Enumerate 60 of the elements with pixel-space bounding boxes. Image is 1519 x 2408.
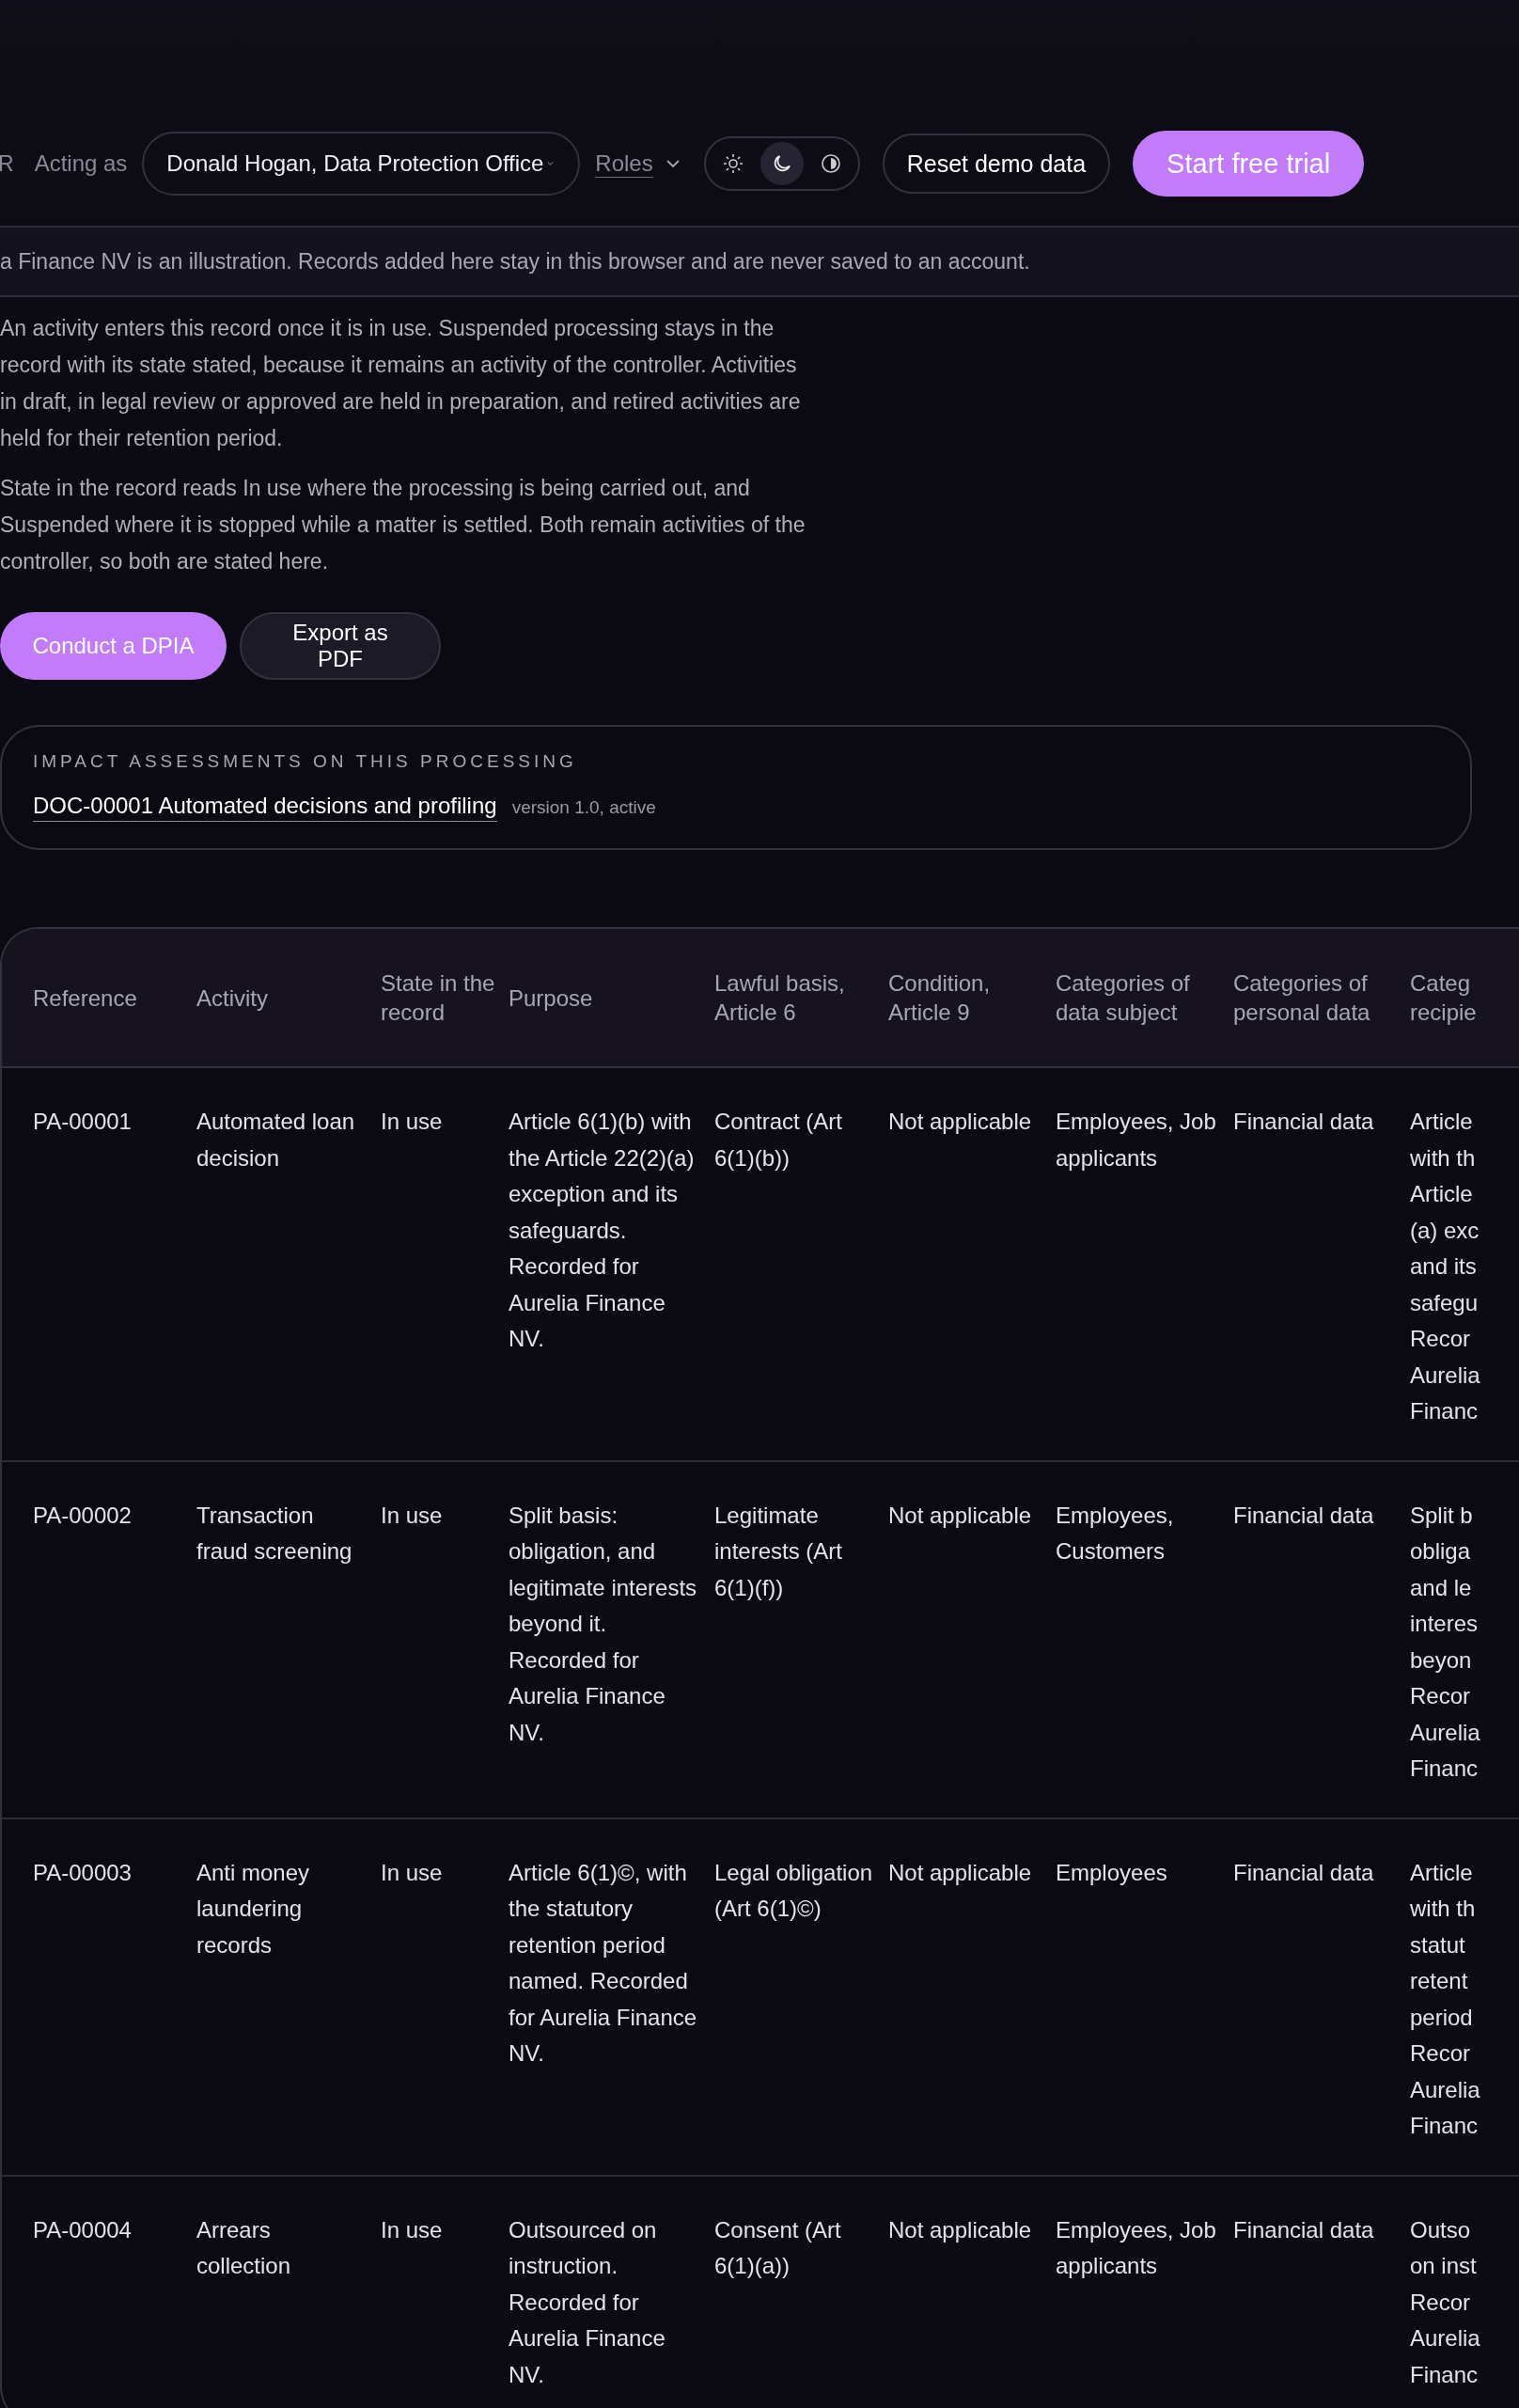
cut-label: R (0, 150, 14, 177)
chevron-icon (547, 160, 555, 167)
card-title: IMPACT ASSESSMENTS ON THIS PROCESSING (33, 751, 578, 772)
reset-demo-data-button[interactable]: Reset demo data (882, 134, 1111, 194)
document-link[interactable]: DOC-00001 Automated decisions and profiling (33, 793, 497, 822)
table-cell: Financial data (1233, 2216, 1374, 2243)
column-header: Lawful basis, Article 6 (714, 970, 845, 1025)
column-header: Categories of personal data (1233, 970, 1370, 1025)
table-cell: Outso on inst Recor Aurelia Financ (1410, 2216, 1480, 2387)
notice-text: a Finance NV is an illustration. Records added here stay in this browser and are never saved to an account. (0, 248, 1030, 275)
acting-as-label: Acting as (34, 150, 128, 177)
table-cell: Split basis: obligation, and legitimate interests beyond it. Recorded for Aurelia Finance NV. (509, 1502, 697, 1745)
table-cell: Employees (1056, 1859, 1167, 1885)
table-cell: PA-00001 (33, 1109, 132, 1134)
table-cell: Transaction fraud screening (196, 1502, 352, 1564)
table-cell: Financial data (1233, 1502, 1374, 1528)
table-cell: Split b obliga and le interes beyon Recor Aurelia Financ (1410, 1502, 1480, 1781)
table-cell: Employees, Job applicants (1056, 1109, 1216, 1171)
table-cell: Consent (Art 6(1)(a)) (714, 2216, 841, 2278)
moon-icon[interactable] (760, 142, 804, 185)
table-cell: In use (381, 1109, 443, 1134)
table-cell: Article 6(1)©, with the statutory retention period named. Recorded for Aurelia Finance NV. (509, 1859, 697, 2066)
table-cell: Not applicable (888, 1109, 1032, 1134)
table-cell: Legitimate interests (Art 6(1)(f)) (714, 1502, 843, 1600)
table-cell: Automated loan decision (196, 1109, 355, 1171)
table-cell: Arrears collection (196, 2216, 291, 2278)
column-header: Reference (33, 984, 137, 1011)
table-cell: Article with th Article (a) exc and its safegu Recor Aurelia Financ (1410, 1109, 1480, 1424)
acting-as-select[interactable]: Donald Hogan, Data Protection Office (142, 132, 581, 196)
export-pdf-button[interactable]: Export as PDF (240, 612, 441, 680)
roles-dropdown[interactable]: Roles (595, 150, 680, 178)
paragraph: State in the record reads In use where the processing is being carried out, and Suspended where it is stopped while a matter is settled. Both remain activities of the controller, so both are stated here. (0, 475, 806, 575)
table-cell: Article 6(1)(b) with the Article 22(2)(a) exception and its safeguards. Recorded for Aurelia Finance NV. (509, 1109, 695, 1351)
chevron-icon (666, 159, 680, 168)
table-cell: In use (381, 2216, 443, 2243)
version-status: version 1.0, active (511, 797, 656, 818)
table-cell: Legal obligation (Art 6(1)©) (714, 1859, 873, 1921)
table-cell: Not applicable (888, 2216, 1032, 2243)
table-cell: PA-00002 (33, 1502, 132, 1528)
table-cell: PA-00003 (33, 1859, 132, 1885)
table-cell: Outsourced on instruction. Recorded for Aurelia Finance NV. (509, 2216, 666, 2387)
table-cell: PA-00004 (33, 2216, 132, 2243)
paragraph: An activity enters this record once it is in use. Suspended processing stays in the record with its state stated, because it remains an activity of the controller. Activities in draft, in legal review or approved are held in preparation, and retired activities are held for their retention period. (0, 315, 802, 452)
column-header: State in the record (381, 970, 495, 1025)
column-header: Categ recipie (1410, 970, 1477, 1025)
table-cell: Financial data (1233, 1859, 1374, 1885)
table-cell: Anti money laundering records (196, 1859, 310, 1958)
table-cell: Employees, Job applicants (1056, 2216, 1216, 2278)
table-cell: In use (381, 1859, 443, 1885)
table-cell: Financial data (1233, 1109, 1374, 1134)
table-cell: Article with th statut retent period Recor Aurelia Financ (1410, 1859, 1480, 2138)
table-cell: In use (381, 1502, 443, 1528)
column-header: Condition, Article 9 (888, 970, 991, 1025)
table-cell: Not applicable (888, 1502, 1032, 1528)
column-header: Purpose (509, 984, 593, 1011)
table-cell: Not applicable (888, 1859, 1032, 1885)
table-cell: Employees, Customers (1056, 1502, 1174, 1564)
table-cell: Contract (Art 6(1)(b)) (714, 1109, 843, 1171)
column-header: Categories of data subject (1056, 970, 1190, 1025)
column-header: Activity (196, 984, 268, 1011)
